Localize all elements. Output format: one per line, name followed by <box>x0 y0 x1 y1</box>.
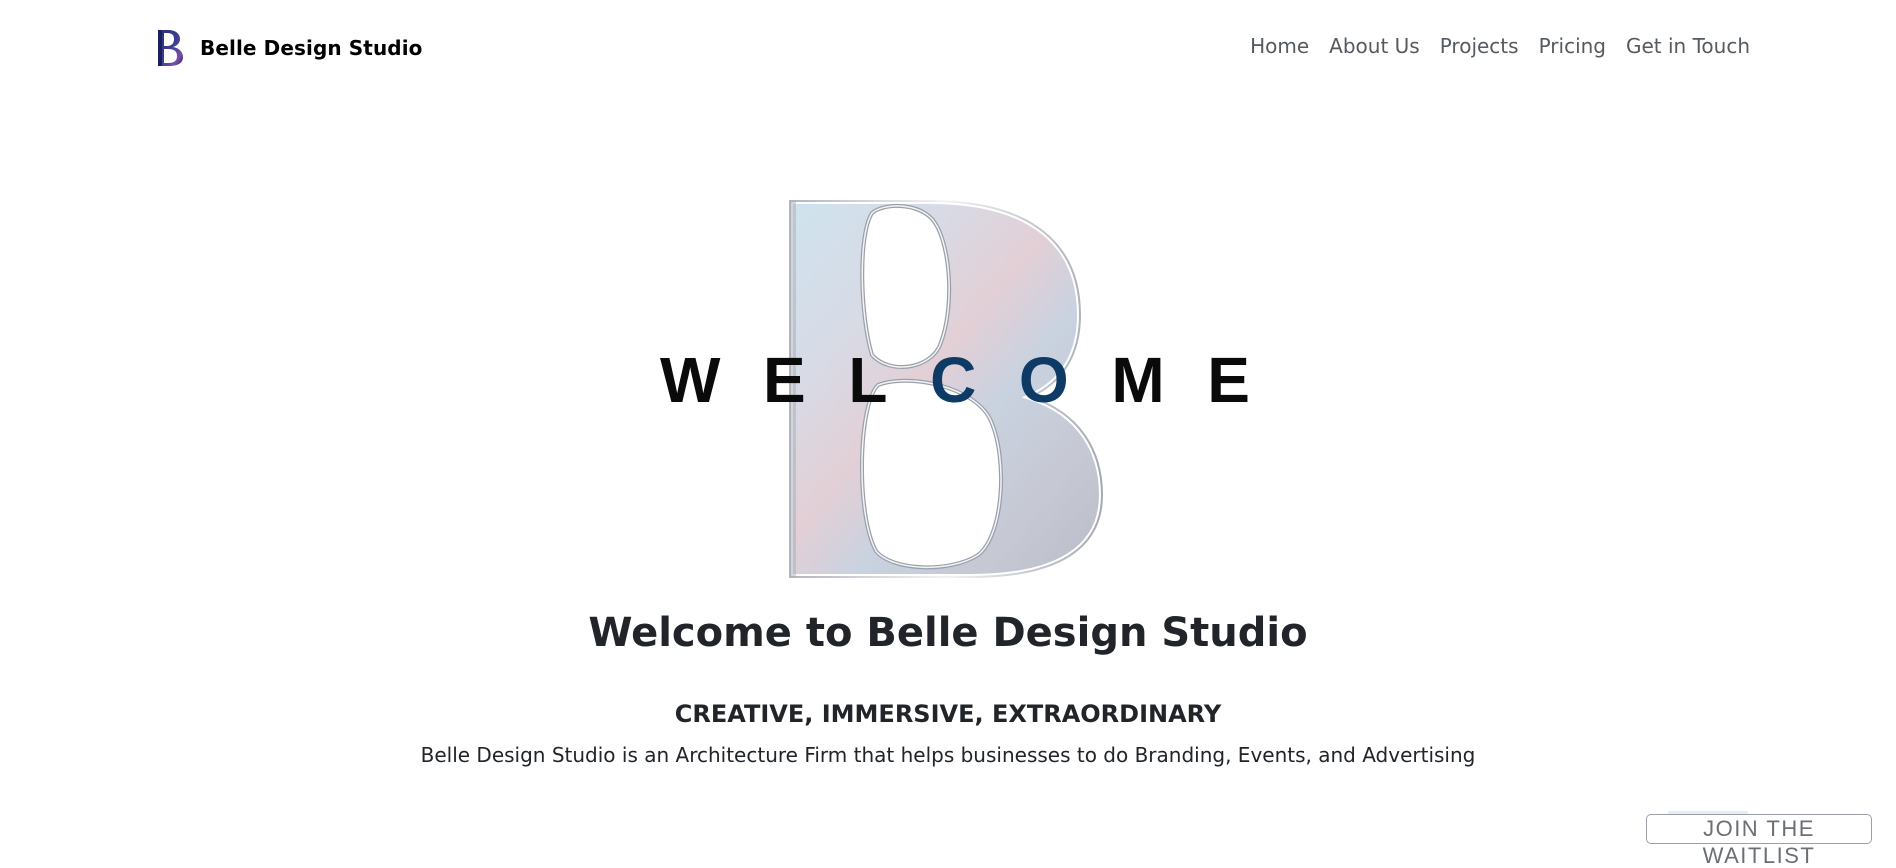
welcome-letter: E <box>1207 344 1250 416</box>
join-waitlist-button[interactable]: JOIN THE WAITLIST <box>1646 814 1872 868</box>
nav-pricing[interactable]: Pricing <box>1539 34 1606 58</box>
brand-link[interactable]: Belle Design Studio <box>156 28 423 68</box>
welcome-heading: W E L C O M E <box>660 348 1250 412</box>
nav-menu: Home About Us Projects Pricing Get in To… <box>1250 34 1750 58</box>
b-monogram-logo-icon <box>158 30 183 66</box>
navbar: Belle Design Studio Home About Us Projec… <box>0 0 1896 96</box>
hero-title: Welcome to Belle Design Studio <box>588 610 1308 656</box>
welcome-letter: L <box>848 344 888 416</box>
nav-about-us[interactable]: About Us <box>1329 34 1420 58</box>
nav-projects[interactable]: Projects <box>1440 34 1519 58</box>
nav-get-in-touch[interactable]: Get in Touch <box>1626 34 1750 58</box>
nav-home[interactable]: Home <box>1250 34 1309 58</box>
hero-tagline: CREATIVE, IMMERSIVE, EXTRAORDINARY <box>674 700 1222 728</box>
welcome-letter: C <box>930 344 977 416</box>
welcome-letter: W <box>660 344 721 416</box>
welcome-letter: O <box>1018 344 1069 416</box>
hero-description: Belle Design Studio is an Architecture F… <box>420 743 1476 767</box>
brand-name: Belle Design Studio <box>200 36 423 60</box>
welcome-letter: M <box>1111 344 1165 416</box>
page: Belle Design Studio Home About Us Projec… <box>0 0 1896 868</box>
welcome-letter: E <box>763 344 806 416</box>
